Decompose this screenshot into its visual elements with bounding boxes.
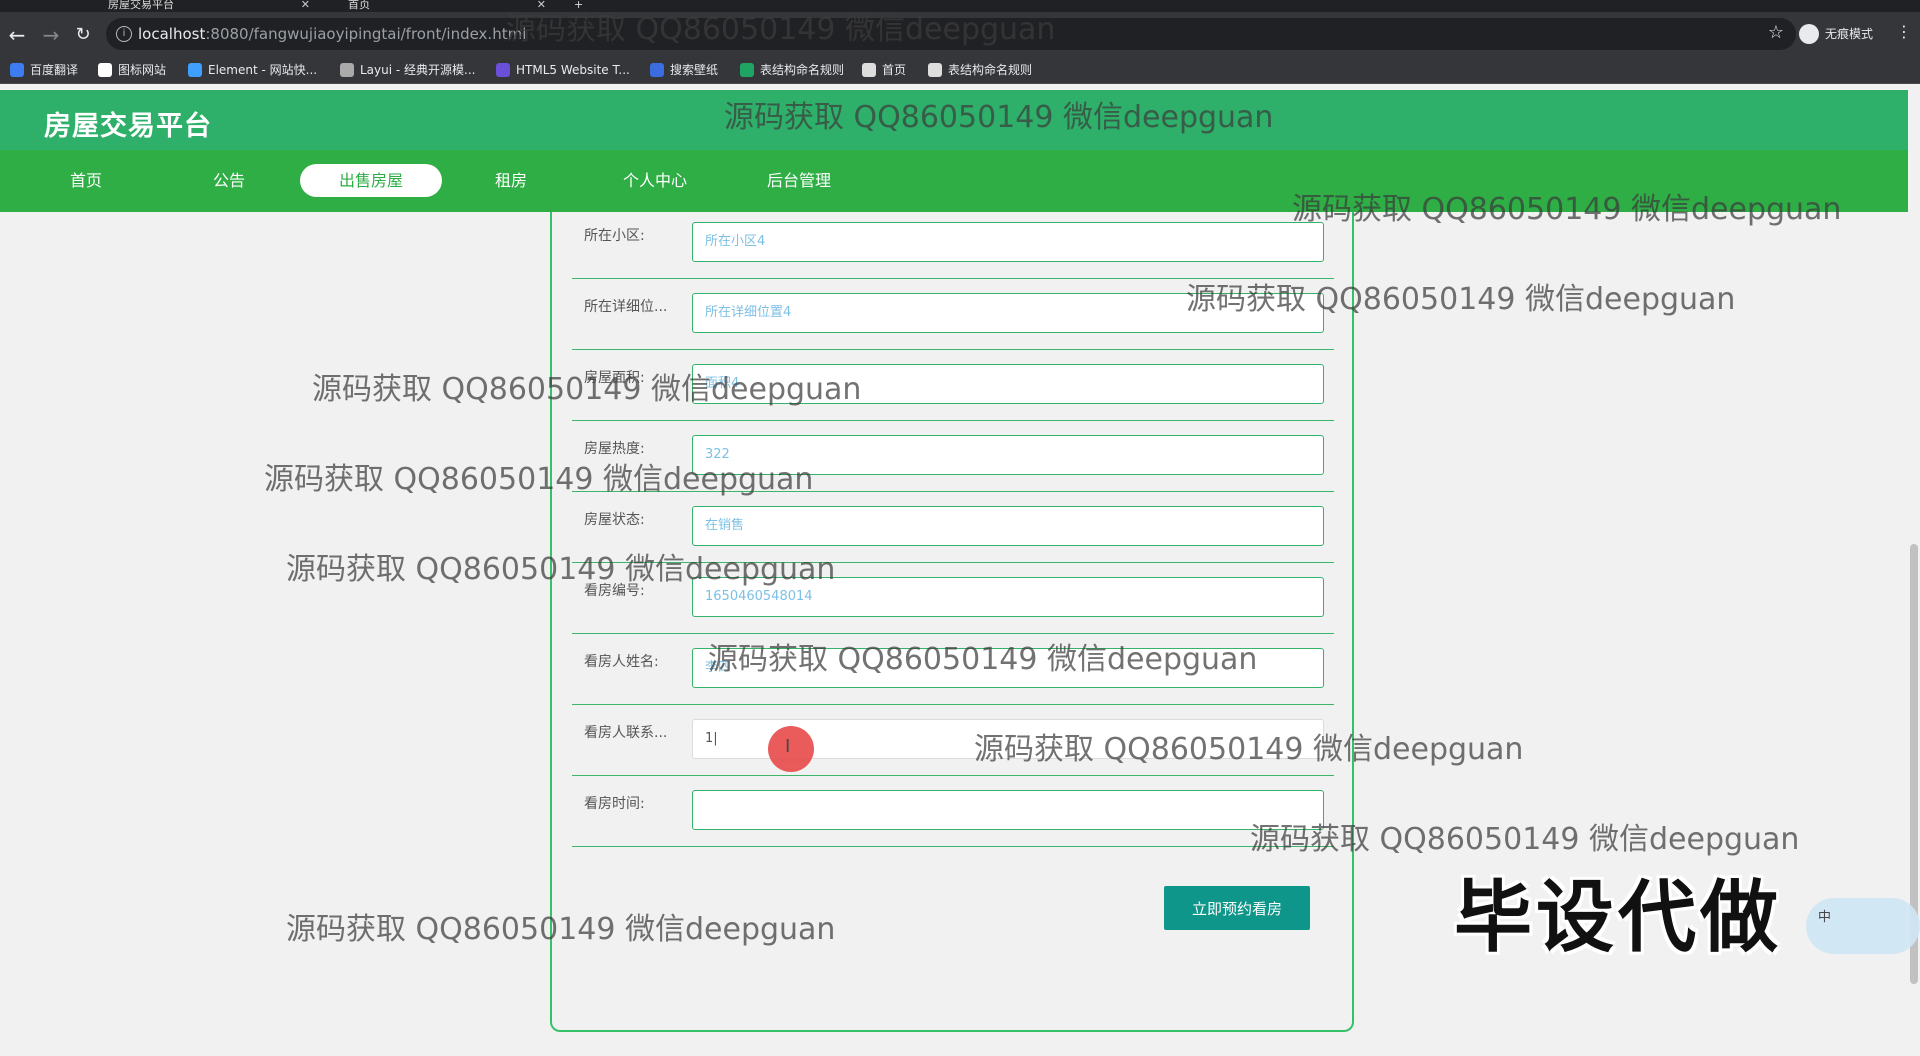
field-label: 房屋状态: [584,512,645,528]
bookmark-item[interactable]: 图标网站 [98,62,166,78]
bookmark-label: 表结构命名规则 [948,63,1033,77]
nav-item[interactable]: 租房 [440,164,582,197]
bookmark-label: 搜索壁纸 [670,63,719,77]
form-row: 看房时间: [572,776,1334,847]
site-logo[interactable]: 房屋交易平台 [44,104,212,143]
watermark-text: 源码获取 QQ86050149 微信deepguan [286,552,836,587]
nav-item[interactable]: 公告 [158,164,300,197]
field-input[interactable]: 在销售 [692,506,1324,546]
forward-icon[interactable]: → [40,24,62,46]
field-input[interactable] [692,790,1324,830]
incognito-icon [1799,24,1819,44]
more-menu-icon[interactable]: ⋮ [1896,22,1912,41]
bookmark-item[interactable]: 百度翻译 [10,62,78,78]
bookmark-label: 首页 [882,63,907,77]
url-host: localhost [138,25,206,43]
ime-label: 中 [1818,910,1832,925]
watermark-text: 源码获取 QQ86050149 微信deepguan [724,100,1274,135]
bookmark-icon [496,63,510,77]
info-icon[interactable]: i [116,26,132,42]
mouse-cursor-indicator: I [768,726,814,772]
bookmark-label: 百度翻译 [30,63,79,77]
nav-item[interactable]: 个人中心 [584,164,726,197]
bookmark-item[interactable]: 表结构命名规则 [740,62,844,78]
tab-title: 房屋交易平台 [108,0,174,11]
field-label: 看房时间: [584,796,645,812]
bookmark-icon [740,63,754,77]
bookmark-label: 表结构命名规则 [760,63,845,77]
close-icon[interactable]: ✕ [301,0,310,10]
bookmark-label: Element - 网站快... [208,63,318,77]
submit-appointment-button[interactable]: 立即预约看房 [1164,886,1310,930]
nav-item[interactable]: 后台管理 [728,164,870,197]
watermark-text: 源码获取 QQ86050149 微信deepguan [974,732,1524,767]
profile-label: 无痕模式 [1825,27,1874,41]
bookmark-item[interactable]: HTML5 Website T... [496,62,630,78]
text-cursor-icon: I [785,736,791,757]
bookmark-item[interactable]: 表结构命名规则 [928,62,1032,78]
reload-icon[interactable]: ↻ [72,24,94,46]
bookmark-icon [862,63,876,77]
nav-item[interactable]: 出售房屋 [300,164,442,197]
bookmark-icon [10,63,24,77]
field-input[interactable]: 所在小区4 [692,222,1324,262]
bookmark-item[interactable]: 首页 [862,62,906,78]
nav-item[interactable]: 首页 [15,164,157,197]
watermark-text: 源码获取 QQ86050149 微信deepguan [506,12,1056,47]
incognito-indicator[interactable]: 无痕模式 [1795,20,1873,48]
watermark-text: 源码获取 QQ86050149 微信deepguan [1186,282,1736,317]
browser-tab[interactable]: 房屋交易平台 ✕ [86,0,316,12]
watermark-text: 源码获取 QQ86050149 微信deepguan [1292,192,1842,227]
url-path: :8080/fangwujiaoyipingtai/front/index.ht… [205,25,527,43]
field-label: 所在详细位... [584,299,668,315]
field-label: 看房人联系... [584,725,668,741]
form-row: 所在小区: 所在小区4 [572,208,1334,279]
watermark-text: 源码获取 QQ86050149 微信deepguan [708,642,1258,677]
bookmark-icon [650,63,664,77]
ime-widget[interactable]: 中 [1806,898,1920,954]
field-label: 看房人姓名: [584,654,659,670]
bookmark-label: Layui - 经典开源模... [360,63,476,77]
bookmark-item[interactable]: Element - 网站快... [188,62,317,78]
bookmark-icon [928,63,942,77]
bookmark-icon [188,63,202,77]
field-label: 所在小区: [584,228,645,244]
back-icon[interactable]: ← [6,24,28,46]
url-text[interactable]: localhost:8080/fangwujiaoyipingtai/front… [138,25,526,43]
tab-title: 首页 [348,0,370,11]
bookmark-item[interactable]: Layui - 经典开源模... [340,62,475,78]
promo-overlay-text: 毕设代做 [1454,873,1783,963]
bookmark-label: HTML5 Website T... [516,63,630,77]
bookmark-icon [340,63,354,77]
bookmark-label: 图标网站 [118,63,167,77]
watermark-text: 源码获取 QQ86050149 微信deepguan [286,912,836,947]
bookmarks-bar: 百度翻译 图标网站 Element - 网站快... Layui - 经典开源模...… [0,56,1920,84]
watermark-text: 源码获取 QQ86050149 微信deepguan [264,462,814,497]
watermark-text: 源码获取 QQ86050149 微信deepguan [312,372,862,407]
bookmark-star-icon[interactable]: ☆ [1768,22,1784,43]
bookmark-icon [98,63,112,77]
bookmark-item[interactable]: 搜索壁纸 [650,62,718,78]
watermark-text: 源码获取 QQ86050149 微信deepguan [1250,822,1800,857]
